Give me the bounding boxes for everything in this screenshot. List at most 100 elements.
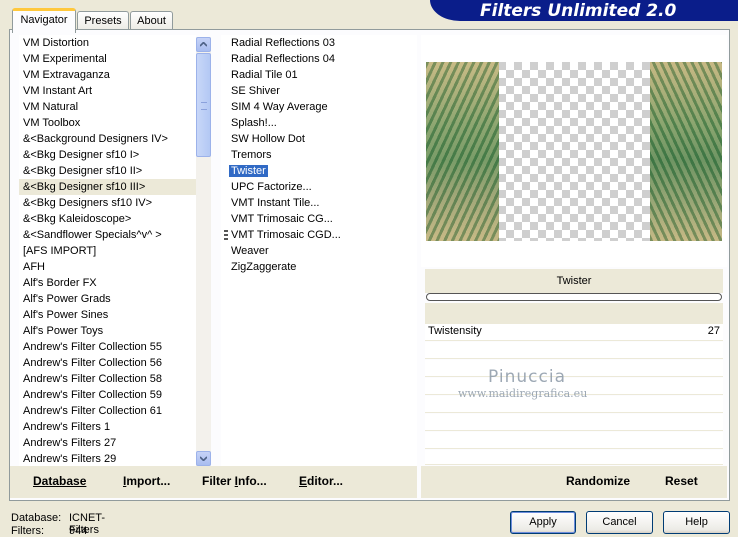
category-item[interactable]: Andrew's Filter Collection 56 (19, 355, 196, 371)
category-item[interactable]: VM Experimental (19, 51, 196, 67)
param-row-empty (425, 450, 723, 465)
param-row-empty (425, 360, 723, 377)
filter-item[interactable]: ZigZaggerate (227, 259, 417, 275)
category-item[interactable]: VM Toolbox (19, 115, 196, 131)
category-item[interactable]: VM Extravaganza (19, 67, 196, 83)
param-row-empty (425, 432, 723, 449)
filter-item[interactable]: UPC Factorize... (227, 179, 417, 195)
filter-item-label: SIM 4 Way Average (231, 101, 328, 113)
category-item[interactable]: VM Distortion (19, 35, 196, 51)
cancel-button[interactable]: Cancel (586, 511, 653, 534)
param-value: 27 (707, 325, 720, 337)
filter-list[interactable]: Radial Reflections 03 Radial Reflections … (221, 35, 417, 466)
category-item[interactable]: Alf's Power Sines (19, 307, 196, 323)
scroll-thumb[interactable] (196, 53, 211, 157)
button-label: Database (33, 474, 87, 488)
category-item[interactable]: &<Bkg Designers sf10 IV> (19, 195, 196, 211)
filter-info-button[interactable]: Filter Info... (202, 474, 267, 488)
filter-item[interactable]: VMT Trimosaic CGD... (224, 227, 417, 243)
filters-count: 944 (69, 525, 88, 537)
watermark-name: Pinuccia (488, 367, 566, 387)
preview-texture-left (426, 62, 499, 241)
tab-about[interactable]: About (130, 11, 173, 30)
filter-item-label: SE Shiver (231, 85, 280, 97)
filter-item-label: Twister (229, 165, 268, 177)
filter-item-label: Radial Reflections 03 (231, 37, 335, 49)
button-label: Editor... (299, 474, 344, 488)
filter-item[interactable]: VMT Trimosaic CG... (227, 211, 417, 227)
category-item[interactable]: &<Bkg Designer sf10 II> (19, 163, 196, 179)
category-item[interactable]: Alf's Power Grads (19, 291, 196, 307)
category-item[interactable]: &<Sandflower Specials^v^ > (19, 227, 196, 243)
tab-presets[interactable]: Presets (77, 11, 129, 30)
category-item[interactable]: VM Instant Art (19, 83, 196, 99)
reset-button[interactable]: Reset (665, 474, 698, 488)
filter-item[interactable]: SIM 4 Way Average (227, 99, 417, 115)
preview-texture-right (650, 62, 722, 241)
category-item[interactable]: Alf's Border FX (19, 275, 196, 291)
category-item[interactable]: Andrew's Filter Collection 55 (19, 339, 196, 355)
filter-item[interactable]: Splash!... (227, 115, 417, 131)
import-button[interactable]: Import... (123, 474, 170, 488)
category-list[interactable]: VM Distortion VM Experimental VM Extravaga… (19, 35, 196, 466)
filter-item[interactable]: SE Shiver (227, 83, 417, 99)
filter-item-label: Radial Tile 01 (231, 69, 298, 81)
category-item[interactable]: [AFS IMPORT] (19, 243, 196, 259)
filter-item[interactable]: Radial Tile 01 (227, 67, 417, 83)
randomize-button[interactable]: Randomize (566, 474, 630, 488)
editor-button[interactable]: Editor... (299, 474, 343, 488)
filter-name-label: Twister (425, 269, 723, 293)
category-item[interactable]: &<Background Designers IV> (19, 131, 196, 147)
params-header (425, 303, 723, 324)
param-row-twistensity[interactable]: Twistensity 27 (425, 324, 723, 341)
filter-item[interactable]: Tremors (227, 147, 417, 163)
watermark-url: www.maidiregrafica.eu (458, 387, 588, 400)
filter-item-label: VMT Trimosaic CG... (231, 213, 333, 225)
filter-item[interactable]: Radial Reflections 04 (227, 51, 417, 67)
filter-item-label: Splash!... (231, 117, 277, 129)
database-status: Database: ICNET-Filters (11, 512, 105, 536)
filter-item[interactable]: Radial Reflections 03 (227, 35, 417, 51)
filter-item-label: Radial Reflections 04 (231, 53, 335, 65)
filter-item-label: Weaver (231, 245, 269, 257)
chevron-up-icon (200, 42, 207, 47)
filter-item[interactable]: Weaver (227, 243, 417, 259)
filter-item-label: Tremors (231, 149, 272, 161)
param-row-empty (425, 342, 723, 359)
button-label: Import... (123, 474, 171, 488)
category-item[interactable]: Andrew's Filters 29 (19, 451, 196, 466)
database-label: Database: (11, 512, 62, 524)
help-button[interactable]: Help (663, 511, 730, 534)
category-item[interactable]: &<Bkg Kaleidoscope> (19, 211, 196, 227)
scroll-up-button[interactable] (196, 37, 211, 52)
param-row-empty (425, 414, 723, 431)
filters-status: Filters: 944 (11, 525, 87, 537)
category-item[interactable]: &<Bkg Designer sf10 I> (19, 147, 196, 163)
tab-navigator[interactable]: Navigator (12, 8, 76, 33)
category-item[interactable]: &<Bkg Designer sf10 III> (19, 179, 196, 195)
category-item[interactable]: Alf's Power Toys (19, 323, 196, 339)
category-item[interactable]: VM Natural (19, 99, 196, 115)
category-item[interactable]: AFH (19, 259, 196, 275)
parameter-slider[interactable] (426, 293, 722, 301)
filter-item[interactable]: VMT Instant Tile... (227, 195, 417, 211)
filter-item-label: VMT Trimosaic CGD... (231, 229, 341, 241)
filter-item-label: ZigZaggerate (231, 261, 297, 273)
category-item[interactable]: Andrew's Filter Collection 58 (19, 371, 196, 387)
category-item[interactable]: Andrew's Filters 27 (19, 435, 196, 451)
database-button[interactable]: Database (33, 474, 86, 488)
apply-button[interactable]: Apply (510, 511, 576, 534)
category-scrollbar[interactable] (196, 37, 211, 466)
category-item[interactable]: Andrew's Filters 1 (19, 419, 196, 435)
scroll-down-button[interactable] (196, 451, 211, 466)
marker-icon (224, 230, 228, 240)
filter-item[interactable]: Twister (227, 163, 417, 179)
param-name: Twistensity (428, 325, 482, 337)
category-item[interactable]: Andrew's Filter Collection 61 (19, 403, 196, 419)
filter-item[interactable]: SW Hollow Dot (227, 131, 417, 147)
category-item[interactable]: Andrew's Filter Collection 59 (19, 387, 196, 403)
filter-item-label: SW Hollow Dot (231, 133, 305, 145)
button-label: Filter Info... (202, 474, 267, 488)
chevron-down-icon (200, 456, 207, 461)
filter-item-label: UPC Factorize... (231, 181, 312, 193)
